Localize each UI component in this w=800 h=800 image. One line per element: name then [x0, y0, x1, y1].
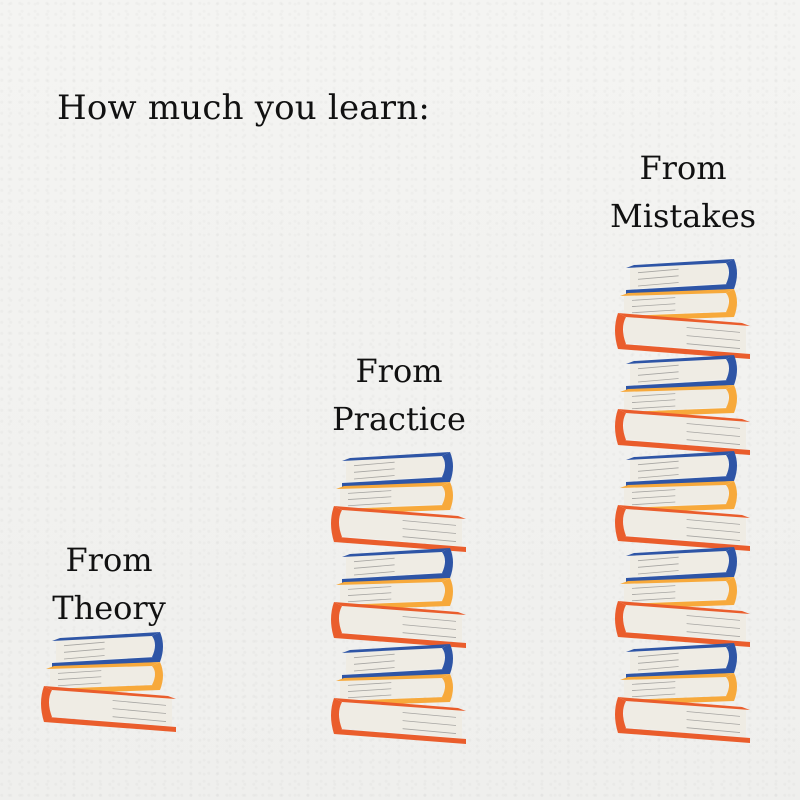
- book-stack-icon: [41, 632, 176, 732]
- mistakes-book-stack: [612, 255, 762, 745]
- theory-book-stack: [38, 628, 188, 734]
- label-theory-line1: From: [65, 541, 153, 579]
- label-practice-line2: Practice: [332, 400, 466, 438]
- label-theory-line2: Theory: [52, 589, 166, 627]
- label-from-theory: From Theory: [20, 536, 198, 632]
- page-title: How much you learn:: [57, 88, 430, 128]
- label-mistakes-line1: From: [639, 149, 727, 187]
- practice-book-stack: [328, 448, 478, 746]
- label-practice-line1: From: [355, 352, 443, 390]
- book-stack-icon: [615, 259, 750, 743]
- label-from-practice: From Practice: [310, 347, 488, 443]
- label-from-mistakes: From Mistakes: [594, 144, 772, 240]
- book-stack-icon: [331, 452, 466, 744]
- label-mistakes-line2: Mistakes: [609, 197, 757, 235]
